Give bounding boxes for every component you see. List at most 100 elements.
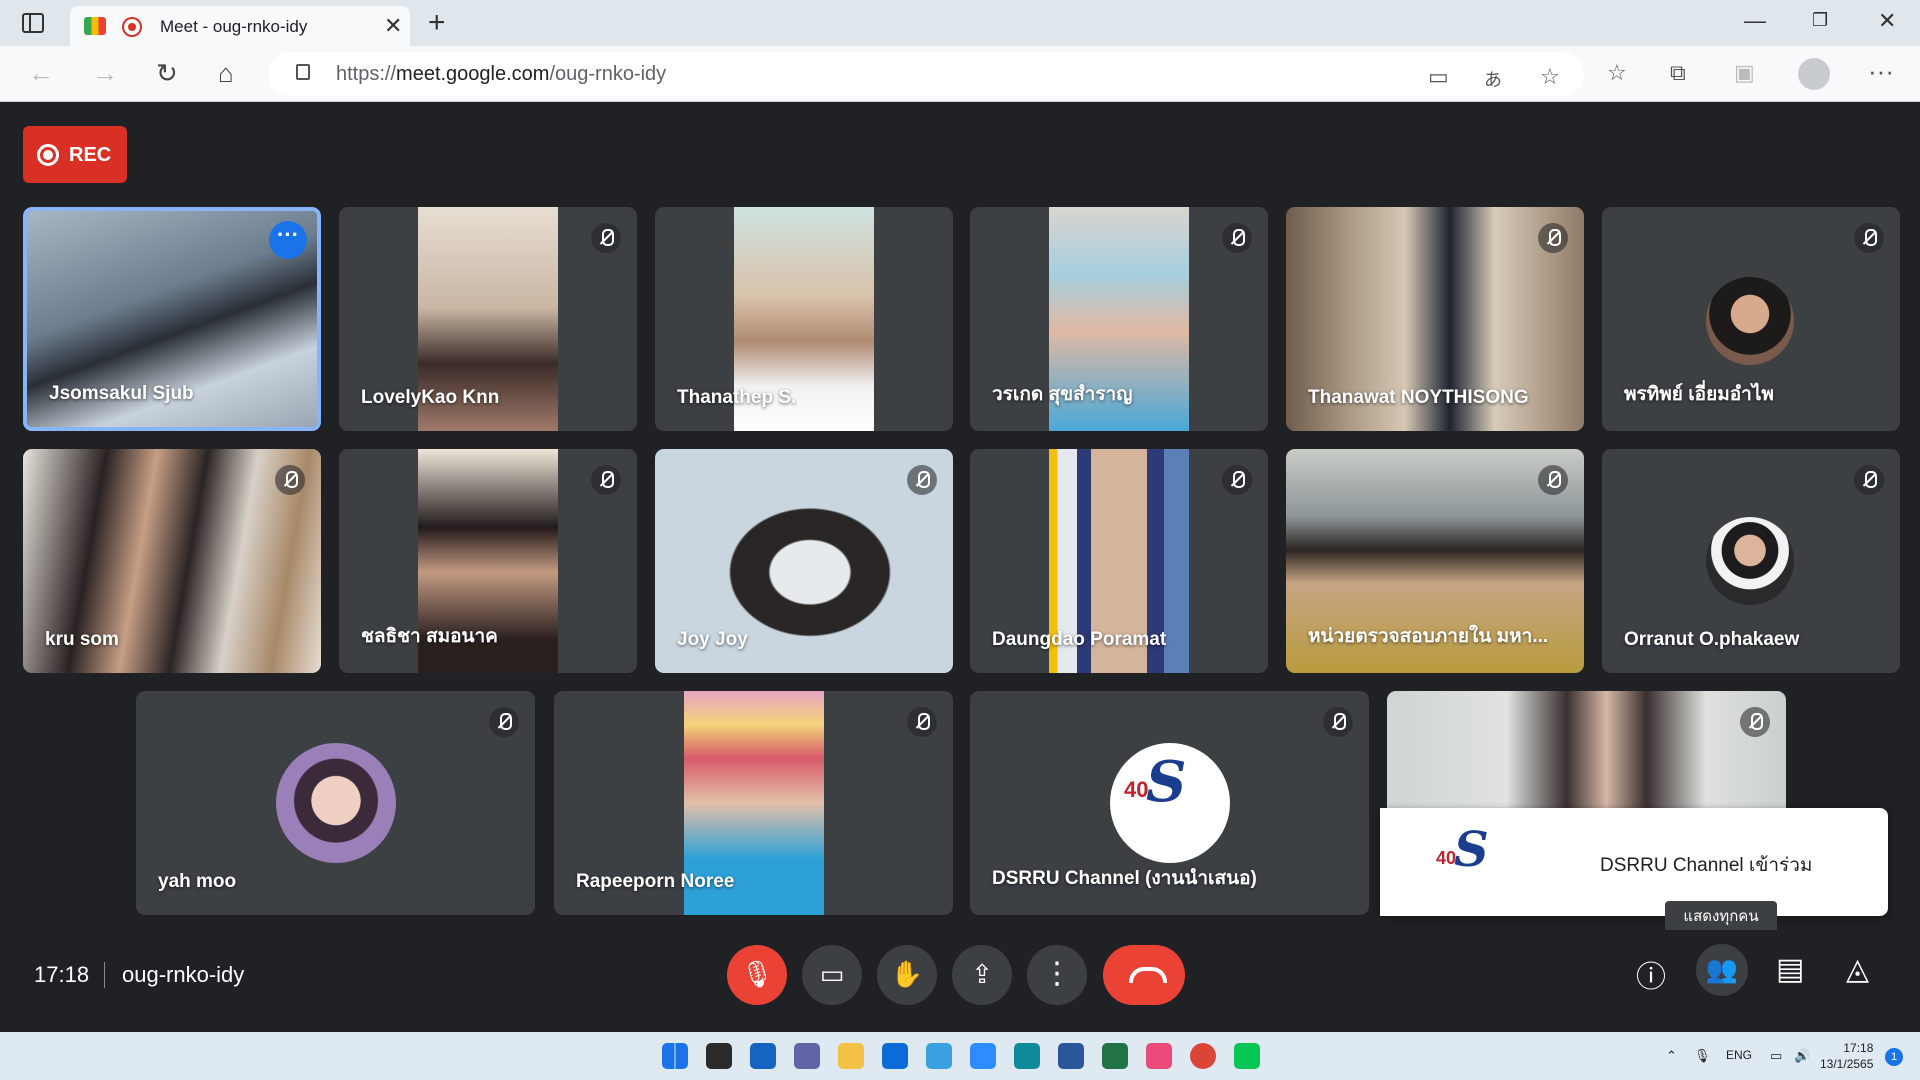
show-hidden-icons[interactable]: ⌃ bbox=[1666, 1048, 1677, 1064]
chat-icon[interactable]: ▤ bbox=[1776, 952, 1804, 987]
tab-actions-icon[interactable] bbox=[22, 13, 44, 33]
line-icon[interactable] bbox=[1234, 1043, 1260, 1069]
activities-icon[interactable]: ◬ bbox=[1846, 952, 1869, 987]
network-icon[interactable]: ▭ bbox=[1770, 1048, 1782, 1064]
participant-tile[interactable]: 40 S DSRRU Channel (งานนำเสนอ) bbox=[970, 691, 1369, 915]
participant-name: วรเกด สุขสำราญ bbox=[992, 384, 1133, 405]
participant-tile[interactable]: yah moo bbox=[136, 691, 535, 915]
home-icon[interactable]: ⌂ bbox=[218, 58, 234, 89]
close-window-icon[interactable]: ✕ bbox=[1878, 8, 1896, 34]
lock-icon[interactable] bbox=[296, 64, 310, 80]
new-tab-icon[interactable]: + bbox=[428, 6, 446, 40]
people-icon[interactable]: 👥 bbox=[1696, 944, 1748, 996]
record-icon bbox=[37, 144, 59, 166]
participant-name: หน่วยตรวจสอบภายใน มหา... bbox=[1308, 626, 1549, 647]
muted-mic-icon bbox=[907, 465, 937, 495]
meeting-code: oug-rnko-idy bbox=[122, 962, 245, 987]
url-domain: meet.google.com bbox=[396, 63, 550, 85]
muted-mic-icon bbox=[591, 465, 621, 495]
start-icon[interactable] bbox=[662, 1043, 688, 1069]
excel-icon[interactable] bbox=[1102, 1043, 1128, 1069]
zoom-icon[interactable] bbox=[970, 1043, 996, 1069]
participant-name: kru som bbox=[45, 629, 119, 650]
muted-mic-icon bbox=[1740, 707, 1770, 737]
internet-explorer-icon[interactable] bbox=[926, 1043, 952, 1069]
notification-badge[interactable]: 1 bbox=[1885, 1048, 1903, 1066]
teams-icon[interactable] bbox=[794, 1043, 820, 1069]
muted-mic-icon bbox=[591, 223, 621, 253]
participant-tile[interactable]: kru som bbox=[23, 449, 321, 673]
edge-icon[interactable] bbox=[1014, 1043, 1040, 1069]
participant-tile[interactable]: วรเกด สุขสำราญ bbox=[970, 207, 1268, 431]
restore-icon[interactable]: ❐ bbox=[1812, 10, 1828, 31]
muted-mic-icon bbox=[1222, 465, 1252, 495]
taskbar-clock[interactable]: 17:18 13/1/2565 bbox=[1820, 1040, 1873, 1072]
participant-tile[interactable]: พรทิพย์ เอี่ยมอำไพ bbox=[1602, 207, 1900, 431]
mic-tray-icon[interactable]: 🎙 bbox=[1694, 1048, 1711, 1064]
participant-tile[interactable]: ชลธิชา สมอนาค bbox=[339, 449, 637, 673]
muted-mic-icon bbox=[1854, 223, 1884, 253]
participant-tile[interactable]: Orranut O.phakaew bbox=[1602, 449, 1900, 673]
participant-tile[interactable]: ··· Jsomsakul Sjub bbox=[23, 207, 321, 431]
participant-tile[interactable]: หน่วยตรวจสอบภายใน มหา... bbox=[1286, 449, 1584, 673]
more-options-button[interactable]: ⋮ bbox=[1027, 945, 1087, 1005]
participant-tile[interactable]: Daungdao Poramat bbox=[970, 449, 1268, 673]
participant-name: Thanathep S. bbox=[677, 387, 797, 408]
extension-icon[interactable]: ▣ bbox=[1734, 60, 1755, 86]
camera-toggle-button[interactable]: ▭ bbox=[802, 945, 862, 1005]
word-icon[interactable] bbox=[1058, 1043, 1084, 1069]
file-explorer-icon[interactable] bbox=[838, 1043, 864, 1069]
participant-tile[interactable]: Joy Joy bbox=[655, 449, 953, 673]
participant-tile[interactable]: Thanawat NOYTHISONG bbox=[1286, 207, 1584, 431]
participant-avatar bbox=[276, 743, 396, 863]
forward-icon[interactable]: → bbox=[92, 58, 118, 89]
meeting-details-icon[interactable]: ⓘ bbox=[1636, 952, 1666, 996]
taskbar-time: 17:18 bbox=[1843, 1041, 1874, 1055]
participant-name: ชลธิชา สมอนาค bbox=[361, 626, 498, 647]
participant-name: Jsomsakul Sjub bbox=[49, 383, 194, 404]
translate-icon[interactable]: あ bbox=[1484, 66, 1502, 92]
favorites-icon[interactable]: ☆ bbox=[1607, 60, 1627, 86]
recording-badge: REC bbox=[23, 126, 127, 183]
logo-letter: S bbox=[1146, 749, 1187, 815]
meeting-controls-bar: 17:18 oug-rnko-idy 🎙 ▭ ✋ ⇪ ⋮ ⓘ 👥 ▤ ◬ bbox=[0, 930, 1920, 1032]
camera-permission-icon[interactable]: ▭ bbox=[1428, 64, 1449, 90]
leave-call-button[interactable] bbox=[1103, 945, 1185, 1005]
back-icon[interactable]: ← bbox=[28, 58, 54, 89]
raise-hand-button[interactable]: ✋ bbox=[877, 945, 937, 1005]
recording-indicator-icon bbox=[122, 17, 142, 37]
participant-name: Rapeeporn Noree bbox=[576, 871, 735, 892]
muted-mic-icon bbox=[489, 707, 519, 737]
add-favorite-icon[interactable]: ☆ bbox=[1540, 64, 1560, 90]
snipping-tool-icon[interactable] bbox=[1146, 1043, 1172, 1069]
more-options-icon[interactable]: ··· bbox=[269, 221, 307, 259]
reload-icon[interactable]: ↻ bbox=[156, 58, 178, 89]
language-indicator[interactable]: ENG bbox=[1726, 1048, 1752, 1062]
participant-tile[interactable]: LovelyKao Knn bbox=[339, 207, 637, 431]
volume-icon[interactable]: 🔊 bbox=[1794, 1048, 1810, 1064]
url-field[interactable]: https://meet.google.com/oug-rnko-idy ▭ あ… bbox=[268, 52, 1584, 96]
meet-favicon-icon bbox=[84, 17, 106, 35]
participant-tile[interactable]: Rapeeporn Noree bbox=[554, 691, 953, 915]
dsrru-logo: 40 S bbox=[1432, 820, 1522, 904]
task-view-icon[interactable] bbox=[706, 1043, 732, 1069]
close-tab-icon[interactable]: ✕ bbox=[384, 13, 402, 39]
participant-name: LovelyKao Knn bbox=[361, 387, 500, 408]
browser-tab[interactable]: Meet - oug-rnko-idy ✕ bbox=[70, 6, 410, 46]
widgets-icon[interactable] bbox=[750, 1043, 776, 1069]
menu-icon[interactable]: ··· bbox=[1868, 56, 1894, 87]
store-icon[interactable] bbox=[882, 1043, 908, 1069]
muted-mic-icon bbox=[907, 707, 937, 737]
meeting-time: 17:18 bbox=[34, 962, 90, 987]
tab-title: Meet - oug-rnko-idy bbox=[160, 17, 308, 36]
profile-avatar[interactable] bbox=[1798, 58, 1830, 90]
show-everyone-tooltip: แสดงทุกคน bbox=[1665, 901, 1777, 933]
microphone-toggle-button[interactable]: 🎙 bbox=[727, 945, 787, 1005]
logo-number: 40 bbox=[1124, 777, 1149, 802]
minimize-icon[interactable]: — bbox=[1744, 8, 1766, 34]
participant-tile[interactable]: Thanathep S. bbox=[655, 207, 953, 431]
collections-icon[interactable]: ⧉ bbox=[1670, 60, 1686, 86]
present-screen-button[interactable]: ⇪ bbox=[952, 945, 1012, 1005]
chrome-icon[interactable] bbox=[1190, 1043, 1216, 1069]
windows-taskbar: ⌃ 🎙 ENG ▭ 🔊 17:18 13/1/2565 1 bbox=[0, 1032, 1920, 1080]
